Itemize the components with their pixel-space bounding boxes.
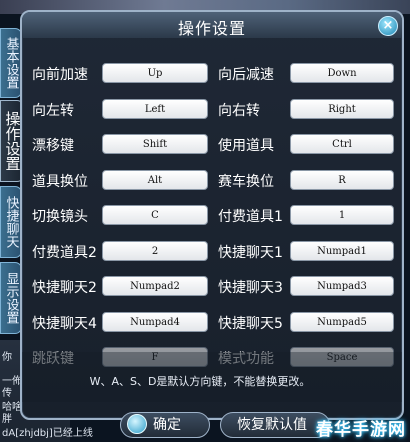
binding-label: 快捷聊天1 bbox=[218, 245, 283, 261]
tab-display-settings[interactable]: 显示设置 bbox=[0, 262, 22, 334]
close-icon: × bbox=[382, 18, 394, 33]
binding-label: 快捷聊天4 bbox=[32, 316, 97, 332]
binding-label: 快捷聊天3 bbox=[218, 280, 283, 296]
key-binding-field[interactable]: Numpad1 bbox=[290, 241, 394, 261]
confirm-icon bbox=[127, 414, 147, 434]
key-binding-field[interactable]: Numpad5 bbox=[290, 312, 394, 332]
key-binding-field[interactable]: Numpad2 bbox=[102, 276, 208, 296]
key-binding-field[interactable]: Ctrl bbox=[290, 134, 394, 154]
watermark-logo: 春华手游网 bbox=[316, 420, 406, 440]
binding-label: 付费道具2 bbox=[32, 245, 97, 261]
tab-label: 快捷聊天 bbox=[3, 196, 19, 248]
binding-label: 向左转 bbox=[32, 103, 74, 119]
binding-label: 向前加速 bbox=[32, 67, 88, 83]
binding-label: 切换镜头 bbox=[32, 209, 88, 225]
binding-label: 付费道具1 bbox=[218, 209, 283, 225]
binding-label: 道具换位 bbox=[32, 174, 88, 190]
key-binding-field[interactable]: Alt bbox=[102, 170, 208, 190]
key-binding-field[interactable]: Numpad3 bbox=[290, 276, 394, 296]
tab-quick-chat[interactable]: 快捷聊天 bbox=[0, 186, 22, 258]
tab-basic-settings[interactable]: 基本设置 bbox=[0, 28, 22, 98]
close-button[interactable]: × bbox=[378, 16, 398, 36]
reset-label: 恢复默认值 bbox=[237, 417, 307, 433]
binding-label: 向后减速 bbox=[218, 67, 274, 83]
chat-line: 你 bbox=[2, 352, 12, 363]
reset-defaults-button[interactable]: 恢复默认值 bbox=[220, 412, 330, 438]
binding-label: 快捷聊天2 bbox=[32, 280, 97, 296]
key-binding-field[interactable]: Numpad4 bbox=[102, 312, 208, 332]
binding-label: 赛车换位 bbox=[218, 174, 274, 190]
key-binding-field[interactable]: C bbox=[102, 205, 208, 225]
key-binding-field[interactable]: 1 bbox=[290, 205, 394, 225]
binding-label: 漂移键 bbox=[32, 138, 74, 154]
key-binding-field[interactable]: Down bbox=[290, 63, 394, 83]
chat-line: dA[zhjdbj]已经上线 bbox=[2, 428, 93, 439]
key-binding-field[interactable]: 2 bbox=[102, 241, 208, 261]
tab-label: 基本设置 bbox=[3, 37, 19, 89]
key-binding-field[interactable]: Right bbox=[290, 99, 394, 119]
key-binding-field[interactable]: Up bbox=[102, 63, 208, 83]
key-binding-field[interactable]: Left bbox=[102, 99, 208, 119]
key-binding-field[interactable]: Shift bbox=[102, 134, 208, 154]
chat-line: 传 bbox=[2, 388, 12, 399]
dialog-title: 操作设置 bbox=[177, 19, 246, 38]
binding-label: 使用道具 bbox=[218, 138, 274, 154]
control-settings-dialog: 操作设置 × 向前加速 Up 向后减速 Down 向左转 Left 向右转 Right 漂移键 S… bbox=[20, 10, 404, 420]
key-binding-field[interactable]: R bbox=[290, 170, 394, 190]
hint-text: W、A、S、D是默认方向键，不能替换更改。 bbox=[89, 375, 311, 388]
dialog-title-bar: 操作设置 × bbox=[22, 12, 402, 38]
tab-label: 操作设置 bbox=[3, 111, 22, 171]
binding-label: 向右转 bbox=[218, 103, 260, 119]
binding-label: 快捷聊天5 bbox=[218, 316, 283, 332]
confirm-button[interactable]: 确定 bbox=[120, 412, 210, 438]
tab-label: 显示设置 bbox=[3, 272, 19, 324]
confirm-label: 确定 bbox=[153, 417, 181, 433]
